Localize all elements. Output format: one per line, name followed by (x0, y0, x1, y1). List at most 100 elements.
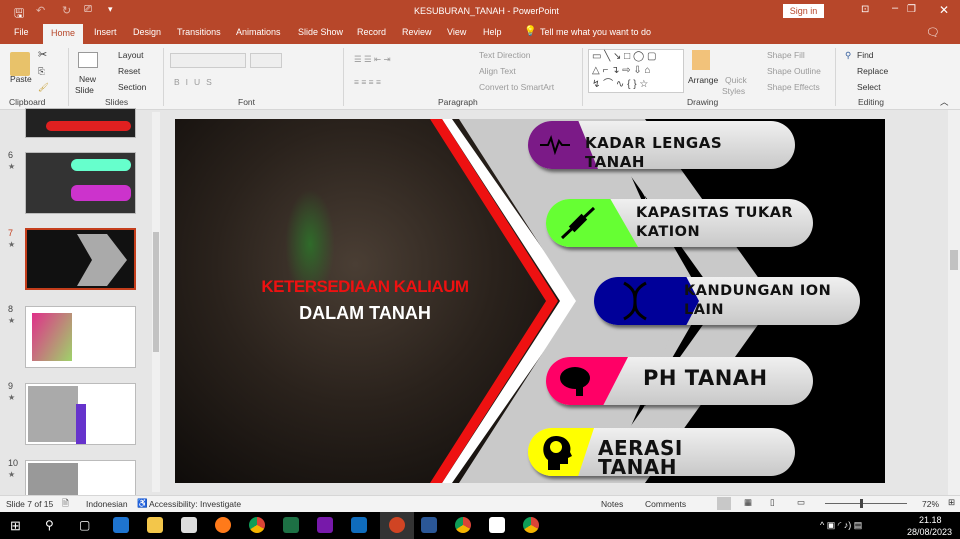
arrange-button[interactable]: Arrange (688, 75, 718, 85)
tab-home[interactable]: Home (43, 24, 84, 44)
topic-pill-ph-tanah[interactable]: PH TANAH (546, 357, 813, 405)
accessibility-button[interactable]: Accessibility: Investigate (149, 499, 241, 509)
tab-transitions[interactable]: Transitions (177, 27, 221, 37)
quick-styles-button[interactable]: Quick (725, 75, 747, 85)
restore-button[interactable]: ❐ (907, 4, 916, 15)
slide-thumbnail-active[interactable] (25, 228, 136, 290)
sign-in-button[interactable]: Sign in (783, 4, 824, 18)
section-button[interactable]: Section (118, 82, 146, 92)
onenote-icon[interactable] (317, 517, 333, 533)
reading-view-button[interactable]: ▯ (770, 497, 775, 508)
shape-outline-button[interactable]: Shape Outline (767, 66, 821, 76)
font-format-buttons[interactable]: BIUS (174, 77, 218, 87)
windows-start-icon[interactable]: ⊞ (10, 518, 21, 534)
tell-me-search[interactable]: Tell me what you want to do (540, 27, 651, 37)
collapse-ribbon-icon[interactable]: ︿ (940, 96, 949, 108)
clock-time[interactable]: 21.18 (919, 515, 942, 525)
outlook-icon[interactable] (351, 517, 367, 533)
excel-icon[interactable] (283, 517, 299, 533)
search-icon[interactable]: ⚲ (45, 518, 54, 532)
topic-pill-aerasi-tanah[interactable]: AERASI TANAH (528, 428, 795, 476)
slide-number: 6 (8, 150, 14, 160)
shapes-gallery[interactable]: ▭ ╲ ↘ □ ◯ ▢ △ ⌐ ↴ ⇨ ⇩ ⌂ ↯ ⌒ ∿ { } ☆ (588, 49, 684, 93)
slide-thumbnail[interactable] (25, 306, 136, 368)
new-slide-icon[interactable] (78, 52, 98, 68)
copy-icon[interactable]: ⎘ (38, 66, 45, 77)
presenter-icon[interactable]: ⎚ (84, 4, 92, 15)
tab-review[interactable]: Review (402, 27, 432, 37)
cut-icon[interactable]: ✂ (38, 48, 47, 61)
chrome-profile-icon[interactable] (455, 517, 471, 533)
close-button[interactable]: ✕ (939, 3, 949, 17)
slide-thumbnail[interactable] (25, 152, 136, 214)
arrange-icon[interactable] (692, 50, 710, 70)
chrome-profile-icon-2[interactable] (523, 517, 539, 533)
topic-pill-kapasitas-tukar-kation[interactable]: KAPASITAS TUKAR KATION (546, 199, 813, 247)
word-icon[interactable] (421, 517, 437, 533)
accessibility-icon: ♿ (137, 498, 148, 508)
comments-button[interactable]: Comments (645, 499, 686, 509)
store-icon[interactable] (181, 517, 197, 533)
reset-button[interactable]: Reset (118, 66, 140, 76)
find-button[interactable]: Find (857, 50, 874, 60)
photos-icon[interactable] (489, 517, 505, 533)
text-direction-button[interactable]: Text Direction (479, 50, 531, 60)
normal-view-button[interactable] (717, 497, 731, 510)
convert-smartart-button[interactable]: Convert to SmartArt (479, 82, 554, 92)
slide-scrollbar[interactable] (948, 110, 960, 495)
notes-button[interactable]: Notes (601, 499, 623, 509)
slideshow-button[interactable]: ▭ (797, 497, 805, 508)
minimize-button[interactable]: – (892, 2, 898, 14)
customize-qat-icon[interactable]: ▾ (108, 4, 113, 15)
paste-icon[interactable] (10, 52, 30, 76)
tab-record[interactable]: Record (357, 27, 386, 37)
file-explorer-icon[interactable] (147, 517, 163, 533)
tab-design[interactable]: Design (133, 27, 161, 37)
format-painter-icon[interactable]: 🖌 (38, 82, 49, 93)
new-slide-label[interactable]: Slide (75, 85, 94, 95)
slide-title-red: KETERSEDIAAN KALIAUM (261, 277, 469, 296)
undo-icon[interactable]: ↶ (36, 4, 45, 17)
spellcheck-icon[interactable]: 🗎 (62, 498, 69, 512)
system-tray-icons[interactable]: ^ ▣ ◜ ♪) ▤ (820, 520, 862, 531)
firefox-icon[interactable] (215, 517, 231, 533)
slide-thumbnail[interactable] (25, 383, 136, 445)
layout-button[interactable]: Layout (118, 50, 144, 60)
find-icon[interactable]: ⚲ (845, 50, 851, 61)
select-button[interactable]: Select (857, 82, 881, 92)
tab-insert[interactable]: Insert (94, 27, 117, 37)
new-slide-button[interactable]: New (79, 74, 96, 84)
zoom-slider[interactable] (825, 499, 907, 508)
comments-icon[interactable]: 🗨 (926, 26, 940, 39)
replace-button[interactable]: Replace (857, 66, 888, 76)
tab-view[interactable]: View (447, 27, 466, 37)
ribbon-display-icon[interactable]: ⊡ (861, 4, 869, 15)
bullets-icon[interactable]: ☰ ☰ ⇤ ⇥ (354, 54, 391, 65)
slide-thumbnail[interactable] (25, 108, 136, 138)
language-indicator[interactable]: Indonesian (86, 499, 128, 509)
tab-file[interactable]: File (14, 27, 29, 37)
fit-slide-icon[interactable]: ⊞ (948, 497, 955, 508)
powerpoint-taskbar-active[interactable] (380, 512, 414, 539)
redo-icon[interactable]: ↻ (62, 4, 71, 17)
edge-icon[interactable] (113, 517, 129, 533)
slide-sorter-button[interactable]: ▦ (744, 497, 752, 508)
slide-canvas[interactable]: KETERSEDIAAN KALIAUM DALAM TANAH KADAR L… (175, 119, 885, 483)
align-icon[interactable]: ≡ ≡ ≡ ≡ (354, 77, 381, 87)
chrome-icon[interactable] (249, 517, 265, 533)
font-name-input[interactable] (170, 53, 246, 68)
font-size-input[interactable] (250, 53, 282, 68)
shape-effects-button[interactable]: Shape Effects (767, 82, 820, 92)
topic-pill-kandungan-ion-lain[interactable]: KANDUNGAN ION LAIN (594, 277, 860, 325)
topic-pill-kadar-lengas[interactable]: KADAR LENGAS TANAH (528, 121, 795, 169)
task-view-icon[interactable]: ▢ (79, 518, 90, 532)
paste-button[interactable]: Paste (10, 74, 32, 84)
tab-help[interactable]: Help (483, 27, 502, 37)
tab-animations[interactable]: Animations (236, 27, 281, 37)
clock-date[interactable]: 28/08/2023 (907, 527, 952, 537)
thumbnail-scrollbar[interactable] (152, 112, 160, 492)
tab-slide-show[interactable]: Slide Show (298, 27, 343, 37)
align-text-button[interactable]: Align Text (479, 66, 516, 76)
shape-fill-button[interactable]: Shape Fill (767, 50, 805, 60)
zoom-level[interactable]: 72% (922, 499, 939, 509)
